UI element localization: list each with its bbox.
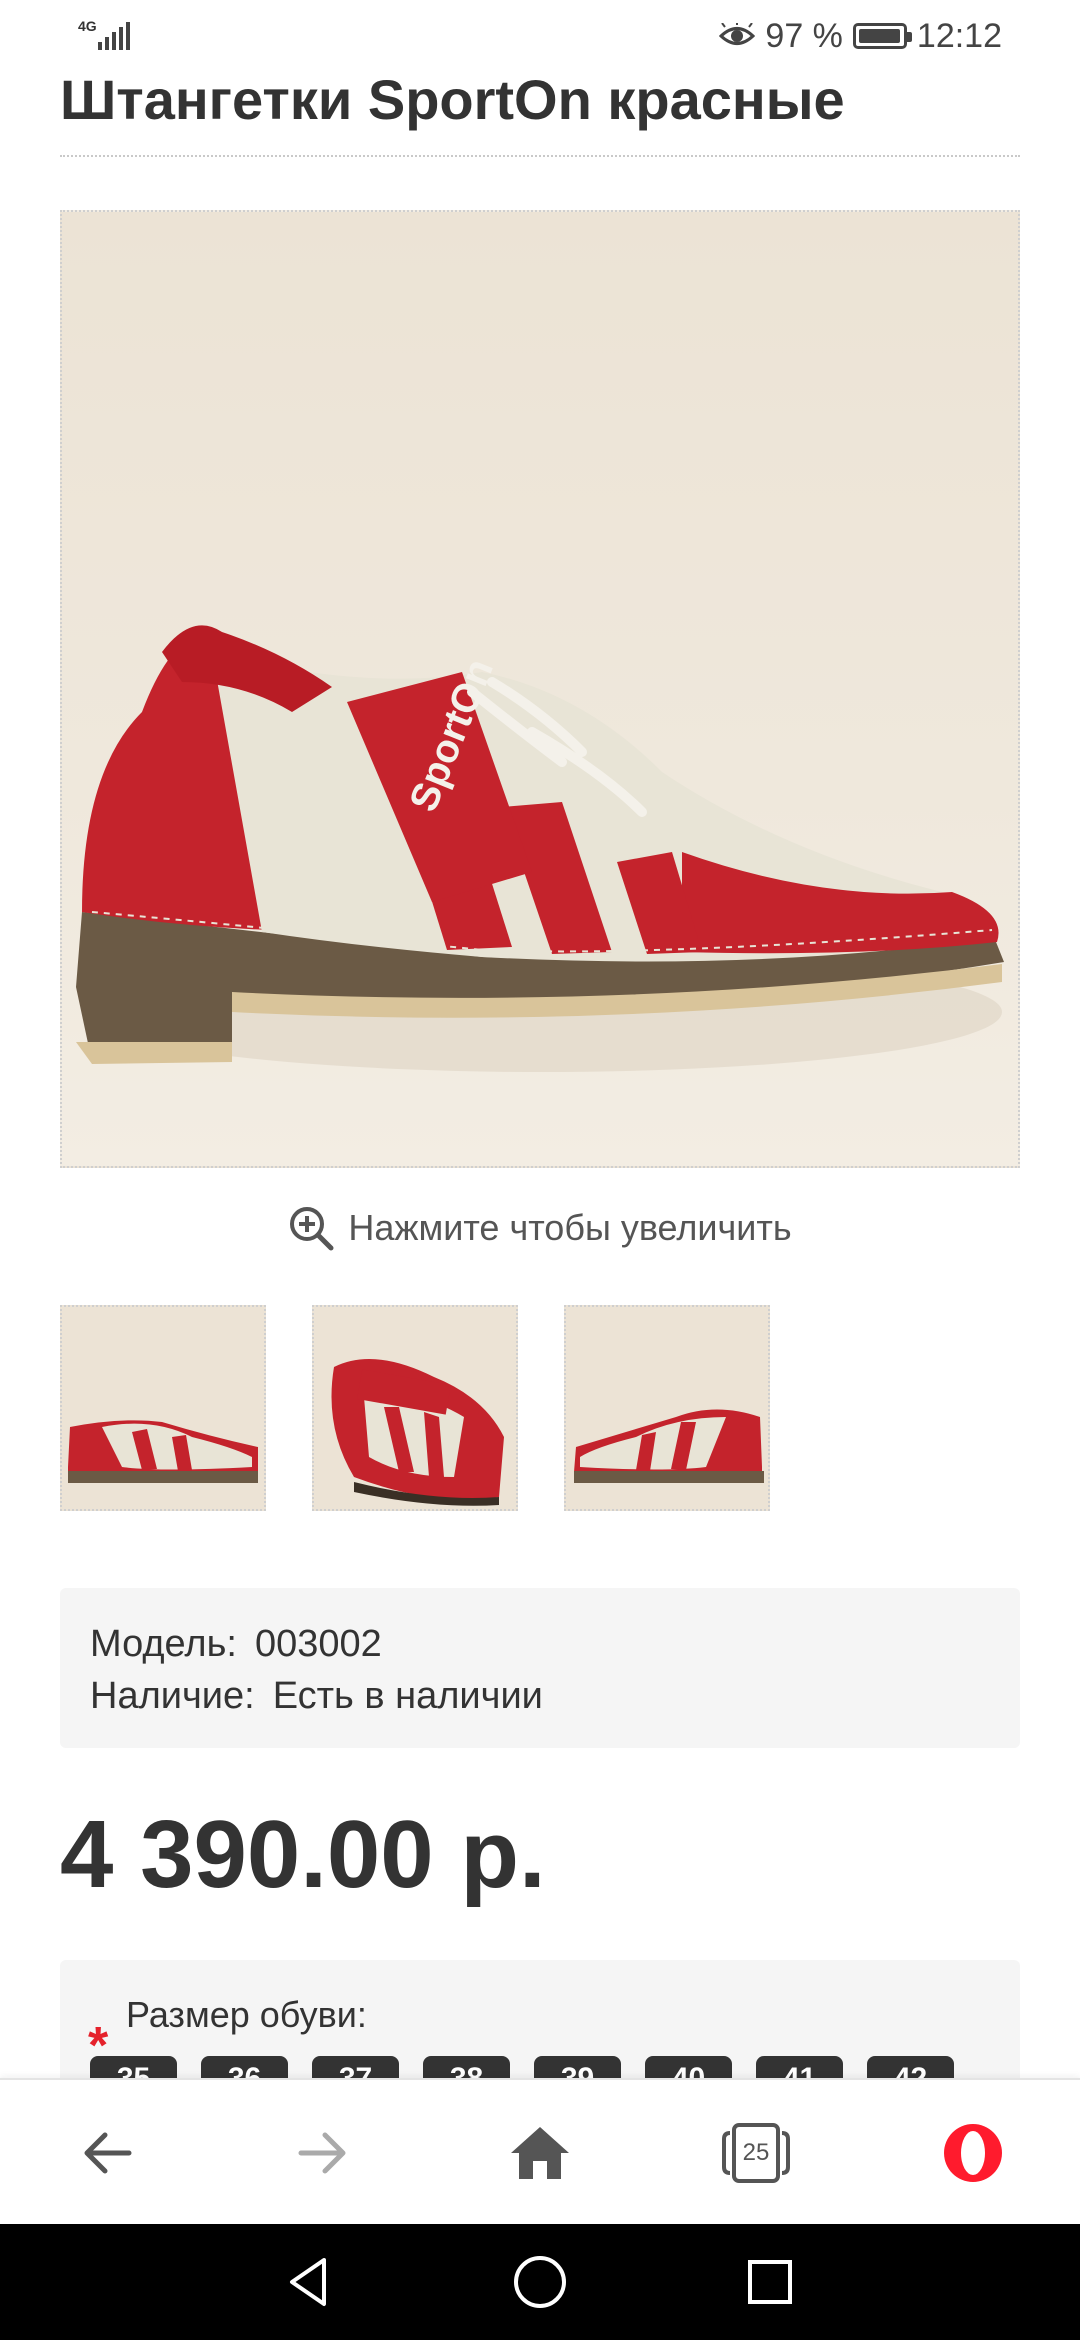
- title-divider: [60, 155, 1020, 157]
- thumb-shoe-image: [68, 1420, 258, 1483]
- back-button[interactable]: [62, 2108, 152, 2198]
- thumbnail-side-view[interactable]: [60, 1305, 266, 1511]
- signal-bars-icon: [98, 22, 130, 50]
- tabs-count: 25: [742, 2139, 770, 2166]
- thumbnail-front-view[interactable]: [312, 1305, 518, 1511]
- size-label: Размер обуви:: [126, 1994, 367, 2035]
- battery-fill: [858, 29, 900, 43]
- clock: 12:12: [916, 16, 1002, 55]
- product-info-box: Модель: 003002 Наличие: Есть в наличии: [60, 1588, 1020, 1748]
- zoom-hint-text: Нажмите чтобы увеличить: [348, 1207, 792, 1248]
- availability-value: Есть в наличии: [272, 1675, 543, 1717]
- forward-button[interactable]: [278, 2108, 368, 2198]
- battery-percent: 97 %: [765, 16, 843, 55]
- opera-menu-button[interactable]: [928, 2108, 1018, 2198]
- nav-back-icon[interactable]: [278, 2250, 342, 2314]
- model-row: Модель: 003002: [90, 1618, 990, 1670]
- thumbnail-rear-view[interactable]: [564, 1305, 770, 1511]
- tabs-button[interactable]: 25: [711, 2108, 801, 2198]
- model-label: Модель:: [90, 1623, 237, 1665]
- product-title: Штангетки SportOn красные: [60, 68, 845, 131]
- thumb-shoe-image: [574, 1409, 764, 1483]
- thumbnail-strip: [60, 1305, 770, 1511]
- forward-arrow-icon: [298, 2132, 346, 2174]
- browser-toolbar: 25: [0, 2078, 1080, 2224]
- eye-comfort-icon: [719, 23, 756, 45]
- nav-home-icon[interactable]: [508, 2250, 572, 2314]
- home-button[interactable]: [495, 2108, 585, 2198]
- zoom-in-icon: [290, 1207, 334, 1251]
- product-price: 4 390.00 р.: [60, 1801, 546, 1908]
- back-arrow-icon: [84, 2132, 132, 2174]
- status-right: 97 % 12:12: [719, 14, 1002, 58]
- home-icon: [511, 2127, 569, 2179]
- zoom-hint[interactable]: Нажмите чтобы увеличить: [0, 1205, 1080, 1251]
- shoe-illustration: SportOn: [76, 625, 1004, 1072]
- availability-label: Наличие:: [90, 1675, 255, 1717]
- product-main-image[interactable]: SportOn: [60, 210, 1020, 1168]
- thumb-shoe-image: [331, 1359, 504, 1506]
- opera-icon: [944, 2124, 1002, 2182]
- battery-icon: [852, 23, 912, 49]
- network-type: 4G: [78, 18, 97, 34]
- availability-row: Наличие: Есть в наличии: [90, 1670, 990, 1722]
- model-value: 003002: [254, 1623, 382, 1665]
- nav-recents-icon[interactable]: [738, 2250, 802, 2314]
- system-navigation-bar: [0, 2224, 1080, 2340]
